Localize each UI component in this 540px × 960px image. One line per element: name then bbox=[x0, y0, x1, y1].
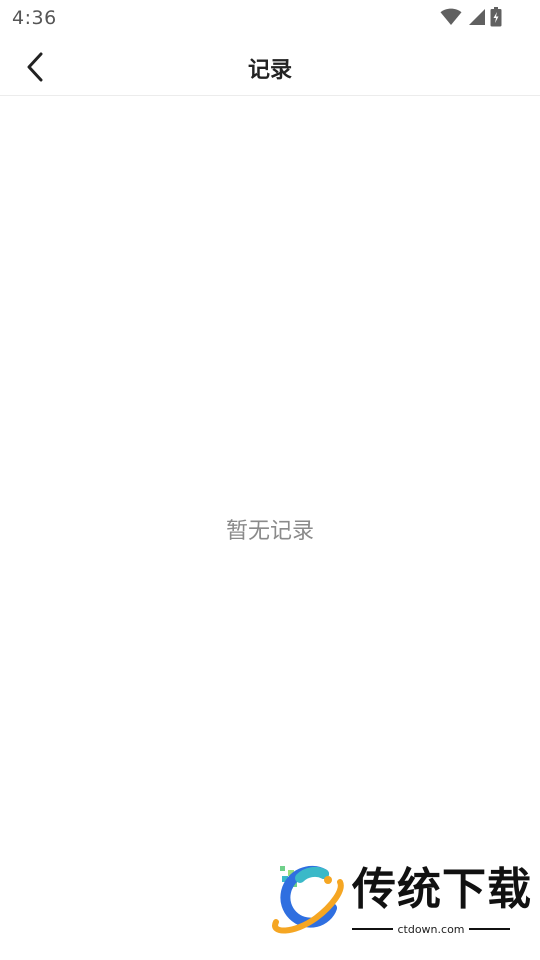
watermark-domain: ctdown.com bbox=[397, 922, 465, 936]
watermark-logo-icon bbox=[272, 865, 344, 934]
empty-state-message: 暂无记录 bbox=[225, 519, 314, 544]
status-time: 4:36 bbox=[12, 7, 57, 29]
status-icons bbox=[440, 7, 502, 27]
battery-charging-icon bbox=[490, 7, 502, 27]
watermark: 传统下载 ctdown.com bbox=[266, 860, 531, 940]
divider bbox=[352, 928, 394, 930]
wifi-icon bbox=[440, 8, 462, 26]
watermark-name: 传统下载 bbox=[352, 864, 532, 915]
title-bar: 记录 bbox=[0, 38, 540, 96]
signal-icon bbox=[466, 8, 486, 26]
watermark-domain-row: ctdown.com bbox=[352, 922, 510, 936]
status-bar: 4:36 bbox=[0, 0, 540, 38]
divider bbox=[468, 928, 510, 930]
page-title: 记录 bbox=[247, 58, 292, 83]
